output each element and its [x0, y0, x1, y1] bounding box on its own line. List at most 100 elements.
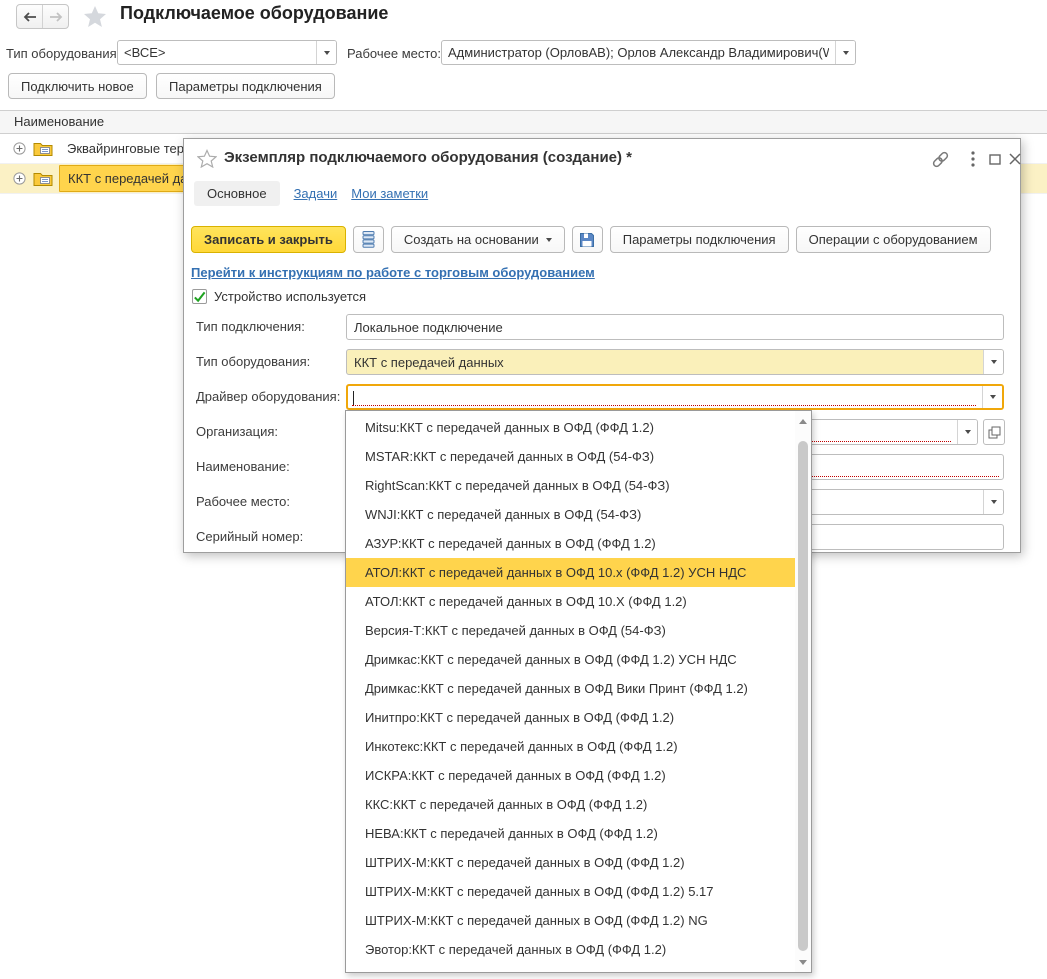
workplace-label: Рабочее место: — [196, 489, 290, 515]
scrollbar-thumb[interactable] — [798, 441, 808, 951]
more-icon — [971, 151, 975, 167]
driver-option[interactable]: АТОЛ:ККТ с передачей данных в ОФД 10.X (… — [346, 587, 795, 616]
dialog-tabs: Основное Задачи Мои заметки — [194, 181, 428, 206]
structure-icon — [362, 231, 375, 248]
dialog-title: Экземпляр подключаемого оборудования (со… — [224, 149, 632, 166]
dialog-connection-params-button[interactable]: Параметры подключения — [610, 226, 789, 253]
connect-new-button[interactable]: Подключить новое — [8, 73, 147, 99]
page-title: Подключаемое оборудование — [120, 3, 388, 24]
driver-field — [346, 384, 1004, 410]
forward-icon — [48, 11, 64, 23]
equipment-type-filter — [117, 40, 337, 65]
driver-option[interactable]: АТОЛ:ККТ с передачей данных в ОФД 10.x (… — [346, 558, 795, 587]
driver-option[interactable]: ИСКРА:ККТ с передачей данных в ОФД (ФФД … — [346, 761, 795, 790]
text-caret — [353, 391, 354, 406]
maximize-icon — [989, 154, 1001, 165]
forward-button[interactable] — [42, 5, 68, 28]
device-used-label: Устройство используется — [214, 289, 366, 304]
equipment-operations-button[interactable]: Операции с оборудованием — [796, 226, 991, 253]
driver-dropdown-button[interactable] — [982, 386, 1002, 408]
dialog-star-icon[interactable] — [197, 149, 217, 171]
driver-option[interactable]: ШТРИХ-М:ККТ с передачей данных в ОФД (ФФ… — [346, 877, 795, 906]
dialog-tab[interactable]: Основное — [194, 181, 280, 206]
serial-number-label: Серийный номер: — [196, 524, 303, 550]
scroll-up-icon — [799, 419, 807, 424]
expand-node-icon[interactable] — [13, 142, 26, 155]
workplace-filter-input[interactable] — [442, 41, 835, 64]
driver-option[interactable]: Mitsu:ККТ с передачей данных в ОФД (ФФД … — [346, 413, 795, 442]
folder-icon — [33, 141, 53, 156]
connection-type-input[interactable] — [347, 315, 1003, 339]
device-used-checkbox[interactable] — [192, 289, 207, 304]
dropdown-arrow-icon — [324, 51, 330, 55]
workplace-filter — [441, 40, 856, 65]
back-button[interactable] — [17, 5, 42, 28]
equipment-type-filter-dropdown-button[interactable] — [316, 41, 336, 64]
driver-option[interactable]: ШТРИХ-М:ККТ с передачей данных в ОФД (ФФ… — [346, 906, 795, 935]
instructions-link[interactable]: Перейти к инструкциям по работе с торгов… — [191, 265, 595, 280]
driver-option[interactable]: Эвотор:ККТ с передачей данных в ОФД (ФФД… — [346, 935, 795, 964]
connection-params-button[interactable]: Параметры подключения — [156, 73, 335, 99]
save-icon — [579, 232, 595, 248]
workplace-filter-label: Рабочее место: — [347, 46, 441, 61]
driver-option[interactable]: Версия-Т:ККТ с передачей данных в ОФД (5… — [346, 616, 795, 645]
close-icon — [1009, 153, 1021, 165]
open-form-icon — [988, 426, 1001, 439]
structure-button[interactable] — [353, 226, 384, 253]
get-link-button[interactable] — [929, 149, 951, 169]
driver-option[interactable]: WNJI:ККТ с передачей данных в ОФД (54-ФЗ… — [346, 500, 795, 529]
connection-type-field — [346, 314, 1004, 340]
name-label: Наименование: — [196, 454, 290, 480]
organization-dropdown-button[interactable] — [957, 420, 977, 444]
close-button[interactable] — [1004, 149, 1026, 169]
folder-icon — [33, 171, 53, 186]
driver-option[interactable]: Инитпро:ККТ с передачей данных в ОФД (ФФ… — [346, 703, 795, 732]
driver-option[interactable]: ШТРИХ-М:ККТ с передачей данных в ОФД (ФФ… — [346, 848, 795, 877]
app-window: Подключаемое оборудование Тип оборудован… — [0, 0, 1047, 979]
history-nav — [16, 4, 69, 29]
driver-label: Драйвер оборудования: — [196, 384, 340, 410]
equipment-type-field — [346, 349, 1004, 375]
dropdown-arrow-icon — [965, 430, 971, 434]
connection-type-label: Тип подключения: — [196, 314, 305, 340]
equipment-type-input[interactable] — [347, 350, 983, 374]
organization-label: Организация: — [196, 419, 278, 445]
driver-option[interactable]: АЗУР:ККТ с передачей данных в ОФД (ФФД 1… — [346, 529, 795, 558]
dialog-tab[interactable]: Задачи — [294, 181, 338, 206]
driver-option[interactable]: Дримкас:ККТ с передачей данных в ОФД (ФФ… — [346, 645, 795, 674]
dialog-tab[interactable]: Мои заметки — [351, 181, 428, 206]
scroll-down-button[interactable] — [795, 954, 811, 970]
dropdown-arrow-icon — [991, 360, 997, 364]
expand-node-icon[interactable] — [13, 172, 26, 185]
equipment-type-filter-input[interactable] — [118, 41, 316, 64]
dialog-toolbar: Записать и закрыть Создать на основании … — [191, 226, 991, 253]
workplace-filter-dropdown-button[interactable] — [835, 41, 855, 64]
driver-option[interactable]: MSTAR:ККТ с передачей данных в ОФД (54-Ф… — [346, 442, 795, 471]
driver-dropdown-list: Mitsu:ККТ с передачей данных в ОФД (ФФД … — [345, 410, 812, 973]
driver-option[interactable]: RightScan:ККТ с передачей данных в ОФД (… — [346, 471, 795, 500]
scroll-up-button[interactable] — [795, 413, 811, 429]
organization-open-button[interactable] — [983, 419, 1005, 445]
driver-option[interactable]: Дримкас:ККТ с передачей данных в ОФД Вик… — [346, 674, 795, 703]
checkbox-check-icon — [193, 290, 206, 303]
favorite-star-icon[interactable] — [83, 5, 107, 31]
maximize-button[interactable] — [984, 149, 1006, 169]
device-used-checkbox-row[interactable]: Устройство используется — [192, 289, 366, 304]
driver-option[interactable]: НЕВА:ККТ с передачей данных в ОФД (ФФД 1… — [346, 819, 795, 848]
save-and-close-button[interactable]: Записать и закрыть — [191, 226, 346, 253]
workplace-dropdown-button[interactable] — [983, 490, 1003, 514]
dropdown-scrollbar[interactable] — [795, 411, 811, 972]
create-based-on-button[interactable]: Создать на основании — [391, 226, 565, 253]
column-header-name: Наименование — [14, 114, 104, 129]
save-button[interactable] — [572, 226, 603, 253]
driver-option[interactable]: ККС:ККТ с передачей данных в ОФД (ФФД 1.… — [346, 790, 795, 819]
equipment-type-label: Тип оборудования: — [196, 349, 310, 375]
equipment-type-filter-label: Тип оборудования: — [6, 46, 120, 61]
back-icon — [22, 11, 38, 23]
more-actions-button[interactable] — [962, 149, 984, 169]
link-icon — [931, 150, 950, 169]
table-header: Наименование — [0, 110, 1047, 134]
driver-option[interactable]: Инкотекс:ККТ с передачей данных в ОФД (Ф… — [346, 732, 795, 761]
scroll-down-icon — [799, 960, 807, 965]
equipment-type-dropdown-button[interactable] — [983, 350, 1003, 374]
